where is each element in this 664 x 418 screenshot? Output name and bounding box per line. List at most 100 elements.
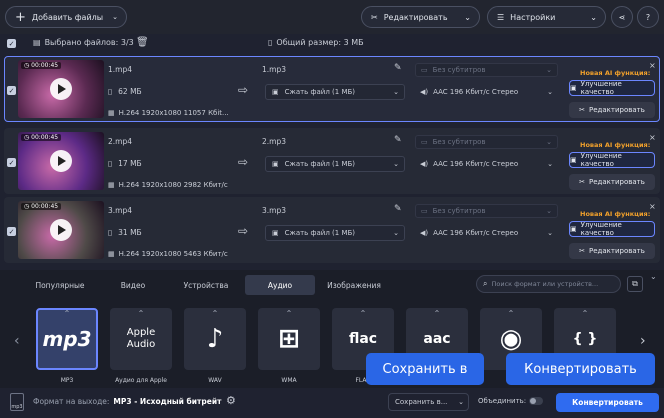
edit-file-button[interactable]: ✂ Редактировать — [569, 174, 655, 190]
play-icon[interactable] — [50, 219, 72, 241]
scroll-right-icon[interactable]: › — [640, 333, 646, 349]
scissors-icon: ✂ — [579, 106, 585, 114]
video-info: ▦ H.264 1920x1080 2982 Кбит/с — [108, 181, 228, 189]
enhance-quality-button[interactable]: ▣ Улучшение качество — [569, 80, 655, 96]
save-in-tooltip: Сохранить в — [366, 353, 484, 385]
play-icon[interactable] — [50, 150, 72, 172]
video-info: ▦ H.264 1920x1080 11057 Кбit... — [108, 109, 229, 117]
chevron-down-icon: ⌄ — [546, 66, 552, 74]
format-icon-text: ◉ — [499, 324, 523, 354]
subtitles-icon: ▭ — [421, 138, 428, 146]
format-settings-button[interactable]: ⧉ — [627, 276, 643, 292]
output-filename[interactable]: 3.mp3 — [262, 206, 286, 215]
duration-label: 00:00:45 — [31, 62, 59, 69]
edit-file-label: Редактировать — [589, 178, 645, 186]
close-icon[interactable]: × — [649, 202, 656, 211]
output-filename[interactable]: 1.mp3 — [262, 65, 286, 74]
video-thumbnail[interactable]: ◷ 00:00:45 — [18, 132, 104, 190]
chevron-down-icon: ⌄ — [547, 160, 553, 168]
chevron-down-icon: ⌄ — [112, 13, 118, 21]
ai-feature-label: Новая AI функция: — [580, 210, 651, 218]
format-icon-text: ⊞ — [278, 324, 300, 354]
subtitles-dropdown[interactable]: ▭ Без субтитров ⌄ — [415, 63, 558, 77]
compress-icon: ▣ — [272, 160, 279, 168]
subtitles-dropdown[interactable]: ▭ Без субтитров ⌄ — [415, 135, 558, 149]
format-search-box[interactable]: ⌕ Поиск формат или устройств... — [476, 275, 621, 293]
compress-dropdown[interactable]: ▣ Сжать файл (1 МБ) ⌄ — [265, 225, 405, 241]
tab-4[interactable]: Изображения — [318, 275, 390, 295]
scissors-icon: ✂ — [579, 178, 585, 186]
chevron-up-icon[interactable]: ⌃ — [258, 309, 320, 318]
add-files-button[interactable]: + Добавить файлы ⌄ — [5, 6, 127, 28]
tab-label: Изображения — [327, 280, 381, 290]
edit-file-button[interactable]: ✂ Редактировать — [569, 102, 655, 118]
enhance-label: Улучшение качество — [580, 152, 622, 168]
audio-label: AAC 196 Кбит/с Стерео — [433, 88, 519, 96]
total-size: ▯ Общий размер: 3 МБ — [268, 38, 364, 47]
select-all-checkbox[interactable]: ✓ — [7, 39, 16, 48]
share-icon: ⋖ — [618, 12, 626, 22]
duration-label: 00:00:45 — [31, 203, 59, 210]
file-checkbox[interactable]: ✓ — [7, 227, 16, 236]
enhance-quality-button[interactable]: ▣ Улучшение качество — [569, 152, 655, 168]
subtitles-dropdown[interactable]: ▭ Без субтитров ⌄ — [415, 204, 558, 218]
chevron-up-icon[interactable]: ⌃ — [480, 309, 542, 318]
audio-dropdown[interactable]: ◀) AAC 196 Кбит/с Стерео ⌄ — [415, 156, 558, 172]
merge-toggle[interactable] — [529, 397, 543, 405]
scroll-left-icon[interactable]: ‹ — [14, 333, 20, 349]
chevron-up-icon[interactable]: ⌃ — [36, 309, 98, 318]
scissors-icon: ✂ — [371, 12, 378, 22]
file-checkbox[interactable]: ✓ — [7, 86, 16, 95]
chevron-down-icon: ⌄ — [393, 160, 399, 168]
video-thumbnail[interactable]: ◷ 00:00:45 — [18, 60, 104, 118]
rename-pencil-icon[interactable]: ✎ — [394, 204, 402, 214]
close-icon[interactable]: × — [649, 133, 656, 142]
duration-badge: ◷ 00:00:45 — [21, 62, 62, 69]
help-button[interactable]: ? — [637, 6, 659, 28]
settings-button[interactable]: ☰ Настройки ⌄ — [487, 6, 606, 28]
compress-dropdown[interactable]: ▣ Сжать файл (1 МБ) ⌄ — [265, 156, 405, 172]
close-icon[interactable]: × — [649, 61, 656, 70]
edit-file-button[interactable]: ✂ Редактировать — [569, 243, 655, 259]
play-icon[interactable] — [50, 78, 72, 100]
video-info-value: H.264 1920x1080 2982 Кбит/с — [118, 181, 228, 189]
rename-pencil-icon[interactable]: ✎ — [394, 63, 402, 73]
enhance-quality-button[interactable]: ▣ Улучшение качество — [569, 221, 655, 237]
output-filename[interactable]: 2.mp3 — [262, 137, 286, 146]
tab-3[interactable]: Аудио — [245, 275, 315, 295]
format-icon-text: ♪ — [206, 324, 224, 354]
tab-2[interactable]: Устройства — [170, 275, 242, 295]
convert-button[interactable]: Конвертировать — [556, 393, 659, 412]
chevron-up-icon[interactable]: ⌃ — [554, 309, 616, 318]
edit-menu-button[interactable]: ✂ Редактировать ⌄ — [361, 6, 480, 28]
format-settings-gear-icon[interactable]: ⚙ — [226, 394, 236, 407]
enhance-label: Улучшение качество — [580, 221, 622, 237]
video-thumbnail[interactable]: ◷ 00:00:45 — [18, 201, 104, 259]
chevron-up-icon[interactable]: ⌃ — [110, 309, 172, 318]
chevron-down-icon: ⌄ — [546, 138, 552, 146]
subtitles-icon: ▭ — [421, 207, 428, 215]
tab-1[interactable]: Видео — [99, 275, 167, 295]
format-icon-text: aac — [423, 331, 451, 347]
total-size-label: Общий размер: 3 МБ — [276, 38, 364, 47]
compress-label: Сжать файл (1 МБ) — [284, 160, 356, 168]
chevron-up-icon[interactable]: ⌃ — [406, 309, 468, 318]
audio-dropdown[interactable]: ◀) AAC 196 Кбит/с Стерео ⌄ — [415, 84, 558, 100]
output-format-label: Формат на выходе: — [33, 397, 110, 406]
tab-0[interactable]: Популярные — [24, 275, 96, 295]
format-label: Аудио для Apple — [115, 377, 167, 384]
chevron-up-icon[interactable]: ⌃ — [184, 309, 246, 318]
save-in-dropdown[interactable]: Сохранить в... ⌄ — [388, 393, 469, 411]
file-checkbox[interactable]: ✓ — [7, 158, 16, 167]
trash-icon[interactable]: 🗑 — [136, 37, 149, 48]
collapse-chevron-icon[interactable]: ⌄ — [650, 272, 657, 281]
speaker-icon: ◀) — [420, 88, 429, 96]
rename-pencil-icon[interactable]: ✎ — [394, 135, 402, 145]
compress-dropdown[interactable]: ▣ Сжать файл (1 МБ) ⌄ — [265, 84, 405, 100]
format-label: WAV — [208, 377, 222, 384]
format-label: MP3 — [60, 377, 74, 384]
share-button[interactable]: ⋖ — [611, 6, 633, 28]
tab-label: Видео — [120, 280, 146, 290]
chevron-up-icon[interactable]: ⌃ — [332, 309, 394, 318]
audio-dropdown[interactable]: ◀) AAC 196 Кбит/с Стерео ⌄ — [415, 225, 558, 241]
